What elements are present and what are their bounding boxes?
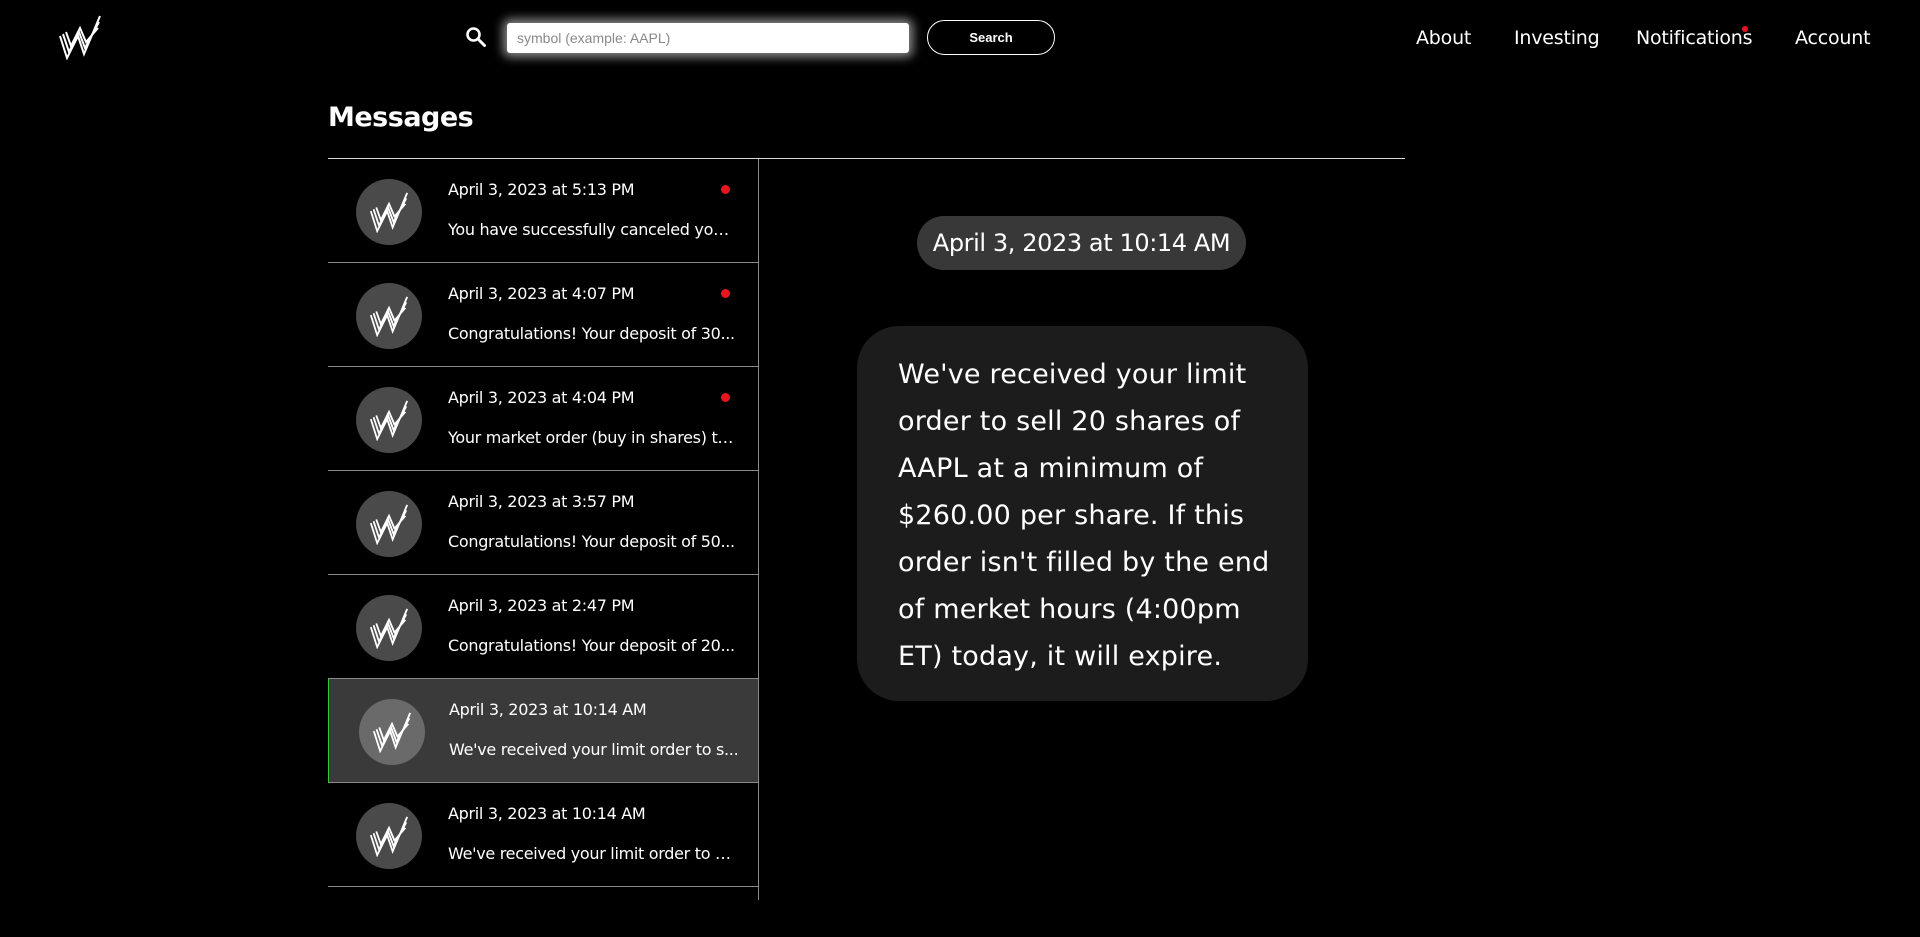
message-preview: We've received your limit order to b... <box>448 844 738 863</box>
avatar-logo-icon <box>372 712 412 753</box>
message-list-item[interactable]: April 3, 2023 at 4:04 PM Your market ord… <box>328 367 758 471</box>
message-preview: Congratulations! Your deposit of 30... <box>448 324 735 343</box>
top-navigation-bar: Search About Investing Notifications Acc… <box>0 0 1920 76</box>
message-list-item[interactable]: April 3, 2023 at 2:47 PM Congratulations… <box>328 575 758 679</box>
search-button[interactable]: Search <box>927 20 1055 55</box>
search-icon[interactable] <box>465 26 487 48</box>
avatar <box>356 387 422 453</box>
unread-dot <box>721 185 730 194</box>
avatar <box>356 595 422 661</box>
message-list-item[interactable]: April 3, 2023 at 4:07 PM Congratulations… <box>328 263 758 367</box>
message-list-item-selected[interactable]: April 3, 2023 at 10:14 AM We've received… <box>328 679 758 783</box>
avatar <box>356 283 422 349</box>
message-date: April 3, 2023 at 10:14 AM <box>448 804 646 823</box>
message-list: April 3, 2023 at 5:13 PM You have succes… <box>328 159 759 900</box>
message-list-item[interactable]: April 3, 2023 at 5:13 PM You have succes… <box>328 159 758 263</box>
avatar <box>359 699 425 765</box>
avatar <box>356 179 422 245</box>
message-preview: Your market order (buy in shares) to... <box>448 428 738 447</box>
nav-investing-link[interactable]: Investing <box>1514 27 1600 49</box>
message-preview: Congratulations! Your deposit of 20... <box>448 636 735 655</box>
nav-account-link[interactable]: Account <box>1795 27 1871 49</box>
message-date: April 3, 2023 at 5:13 PM <box>448 180 635 199</box>
unread-dot <box>721 289 730 298</box>
message-bubble: We've received your limit order to sell … <box>857 326 1308 701</box>
search-input[interactable] <box>507 23 909 53</box>
avatar-logo-icon <box>369 296 409 337</box>
avatar-logo-icon <box>369 504 409 545</box>
message-preview: You have successfully canceled your... <box>448 220 738 239</box>
message-date: April 3, 2023 at 10:14 AM <box>449 700 647 719</box>
avatar-logo-icon <box>369 192 409 233</box>
avatar-logo-icon <box>369 608 409 649</box>
avatar-logo-icon <box>369 816 409 857</box>
nav-notifications-link[interactable]: Notifications <box>1636 27 1753 49</box>
notification-unread-dot <box>1742 26 1748 32</box>
message-date: April 3, 2023 at 4:07 PM <box>448 284 635 303</box>
avatar <box>356 803 422 869</box>
page-title: Messages <box>328 102 474 133</box>
message-date-pill: April 3, 2023 at 10:14 AM <box>917 216 1246 270</box>
nav-about-link[interactable]: About <box>1416 27 1471 49</box>
message-preview: Congratulations! Your deposit of 50... <box>448 532 735 551</box>
message-date: April 3, 2023 at 4:04 PM <box>448 388 635 407</box>
avatar-logo-icon <box>369 400 409 441</box>
message-list-item[interactable]: April 3, 2023 at 10:14 AM We've received… <box>328 783 758 887</box>
message-preview: We've received your limit order to s... <box>449 740 739 759</box>
message-date: April 3, 2023 at 2:47 PM <box>448 596 635 615</box>
logo-icon[interactable] <box>58 14 102 60</box>
message-list-item[interactable]: April 3, 2023 at 3:57 PM Congratulations… <box>328 471 758 575</box>
message-date: April 3, 2023 at 3:57 PM <box>448 492 635 511</box>
unread-dot <box>721 393 730 402</box>
avatar <box>356 491 422 557</box>
